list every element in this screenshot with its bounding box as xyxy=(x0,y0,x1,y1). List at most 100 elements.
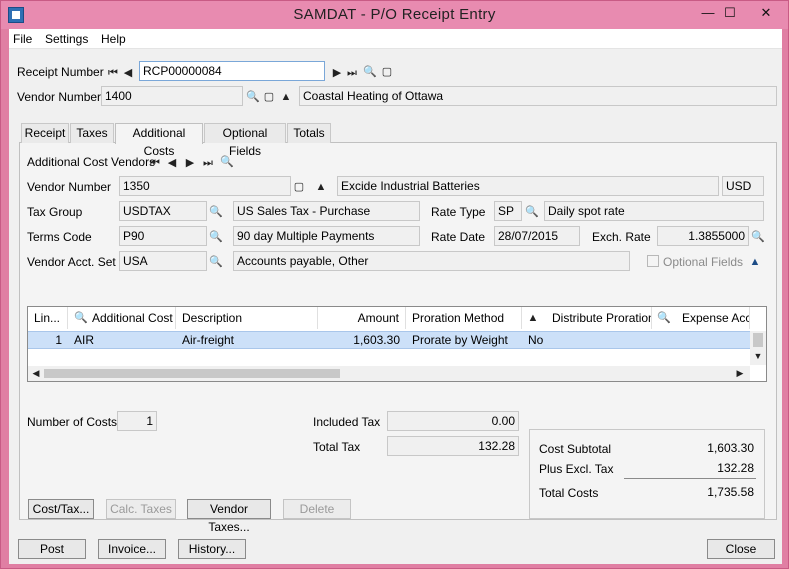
vendor-name-field: Coastal Heating of Ottawa xyxy=(299,86,777,106)
row-method-cell[interactable]: Prorate by Weight xyxy=(406,332,522,348)
cost-search-icon[interactable]: 🔍 xyxy=(220,155,234,169)
acct-set-field[interactable]: USA xyxy=(119,251,207,271)
number-of-costs-label: Number of Costs xyxy=(27,415,118,429)
cost-column-search-icon[interactable]: 🔍 xyxy=(74,311,88,325)
window-title: SAMDAT - P/O Receipt Entry xyxy=(293,6,496,23)
tax-group-field[interactable]: USDTAX xyxy=(119,201,207,221)
vendor-collapse-icon[interactable]: ▲ xyxy=(280,90,292,104)
row-description-cell[interactable]: Air-freight xyxy=(176,332,318,348)
rate-type-label: Rate Type xyxy=(431,205,486,219)
cost-first-icon[interactable]: ⏮ xyxy=(149,156,161,170)
cost-next-icon[interactable]: ▶ xyxy=(184,156,196,170)
row-expense-cell[interactable] xyxy=(652,332,750,348)
tab-receipt[interactable]: Receipt xyxy=(21,123,69,143)
rate-date-field[interactable]: 28/07/2015 xyxy=(494,226,580,246)
table-row[interactable]: 1 AIR Air-freight 1,603.30 Prorate by We… xyxy=(28,331,750,349)
menu-file[interactable]: File xyxy=(13,32,32,46)
tab-taxes[interactable]: Taxes xyxy=(70,123,114,143)
total-costs-value: 1,735.58 xyxy=(707,485,754,499)
menu-bar: File Settings Help xyxy=(9,29,782,49)
cost-subtotal-value: 1,603.30 xyxy=(707,441,754,455)
close-button[interactable]: Close xyxy=(707,539,775,559)
cost-vendor-field[interactable]: 1350 xyxy=(119,176,291,196)
tab-totals[interactable]: Totals xyxy=(287,123,331,143)
receipt-number-label: Receipt Number xyxy=(17,65,104,79)
close-window-button[interactable]: ✕ xyxy=(751,3,781,23)
optional-fields-checkbox[interactable] xyxy=(647,255,659,267)
expense-search-icon[interactable]: 🔍 xyxy=(657,311,671,325)
maximize-button[interactable]: ☐ xyxy=(717,3,743,23)
terms-code-field[interactable]: P90 xyxy=(119,226,207,246)
horizontal-scrollbar[interactable]: ◀ ▶ xyxy=(28,366,750,381)
scroll-right-icon[interactable]: ▶ xyxy=(734,366,746,380)
previous-record-icon[interactable]: ◀ xyxy=(122,66,134,80)
vendor-new-icon[interactable]: ▢ xyxy=(263,90,275,104)
vendor-taxes-button[interactable]: Vendor Taxes... xyxy=(187,499,271,534)
rate-type-search-icon[interactable]: 🔍 xyxy=(525,205,539,219)
row-cost-cell[interactable]: AIR xyxy=(68,332,176,348)
vertical-scrollbar[interactable]: ▼ xyxy=(750,331,766,365)
cost-previous-icon[interactable]: ◀ xyxy=(166,156,178,170)
cost-vendor-label: Vendor Number xyxy=(27,180,112,194)
distribute-collapse-icon[interactable]: ▲ xyxy=(527,311,539,325)
tab-additional-costs[interactable]: Additional Costs xyxy=(115,123,203,158)
exch-rate-label: Exch. Rate xyxy=(592,230,651,244)
summary-divider xyxy=(624,478,756,479)
vendor-search-icon[interactable]: 🔍 xyxy=(246,90,260,104)
first-record-icon[interactable]: ⏮ xyxy=(107,66,119,80)
acct-set-search-icon[interactable]: 🔍 xyxy=(209,255,223,269)
included-tax-field: 0.00 xyxy=(387,411,519,431)
horizontal-scroll-thumb[interactable] xyxy=(44,369,340,378)
vertical-scroll-thumb[interactable] xyxy=(753,333,763,347)
additional-costs-grid[interactable]: Lin... Additional Cost 🔍 Description Amo… xyxy=(27,306,767,382)
total-tax-label: Total Tax xyxy=(313,440,361,454)
rate-date-label: Rate Date xyxy=(431,230,486,244)
terms-code-label: Terms Code xyxy=(27,230,92,244)
tax-group-search-icon[interactable]: 🔍 xyxy=(209,205,223,219)
tab-optional-fields[interactable]: Optional Fields xyxy=(204,123,286,158)
menu-settings[interactable]: Settings xyxy=(45,32,88,46)
menu-help[interactable]: Help xyxy=(101,32,126,46)
exch-rate-field[interactable]: 1.3855000 xyxy=(657,226,749,246)
col-header-expense-account[interactable]: Expense Acco xyxy=(676,307,750,329)
cost-last-icon[interactable]: ⏭ xyxy=(202,156,214,170)
title-bar[interactable]: SAMDAT - P/O Receipt Entry — ☐ ✕ xyxy=(1,1,788,29)
row-amount-cell[interactable]: 1,603.30 xyxy=(318,332,406,348)
cost-vendor-collapse-icon[interactable]: ▲ xyxy=(315,180,327,194)
currency-field: USD xyxy=(722,176,764,196)
history-button[interactable]: History... xyxy=(178,539,246,559)
cost-vendor-name-field: Excide Industrial Batteries xyxy=(337,176,719,196)
acct-set-desc-field: Accounts payable, Other xyxy=(233,251,630,271)
search-icon[interactable]: 🔍 xyxy=(363,65,377,79)
scroll-left-icon[interactable]: ◀ xyxy=(30,366,42,380)
total-costs-label: Total Costs xyxy=(539,486,599,500)
last-record-icon[interactable]: ⏭ xyxy=(346,66,358,80)
cost-tax-button[interactable]: Cost/Tax... xyxy=(28,499,94,519)
calc-taxes-button[interactable]: Calc. Taxes xyxy=(106,499,176,519)
vendor-number-field[interactable]: 1400 xyxy=(101,86,243,106)
vendor-acct-set-label: Vendor Acct. Set xyxy=(27,255,116,269)
col-header-description[interactable]: Description xyxy=(176,307,318,329)
new-document-icon[interactable]: ▢ xyxy=(381,65,393,79)
row-line-cell[interactable]: 1 xyxy=(28,332,68,348)
rate-type-field[interactable]: SP xyxy=(494,201,522,221)
cost-vendor-new-icon[interactable]: ▢ xyxy=(293,180,305,194)
invoice-button[interactable]: Invoice... xyxy=(98,539,166,559)
terms-search-icon[interactable]: 🔍 xyxy=(209,230,223,244)
row-distribute-cell[interactable]: No xyxy=(522,332,652,348)
col-header-proration-method[interactable]: Proration Method xyxy=(406,307,522,329)
delete-button[interactable]: Delete xyxy=(283,499,351,519)
optional-fields-collapse-icon[interactable]: ▲ xyxy=(749,255,761,269)
scroll-down-icon[interactable]: ▼ xyxy=(752,349,764,363)
plus-excl-tax-label: Plus Excl. Tax xyxy=(539,462,614,476)
terms-desc-field: 90 day Multiple Payments xyxy=(233,226,420,246)
next-record-icon[interactable]: ▶ xyxy=(331,66,343,80)
exch-rate-search-icon[interactable]: 🔍 xyxy=(751,230,765,244)
col-header-amount[interactable]: Amount xyxy=(318,307,406,329)
col-header-distribute-proration[interactable]: Distribute Proration xyxy=(546,307,652,329)
post-button[interactable]: Post xyxy=(18,539,86,559)
receipt-number-input[interactable]: RCP00000084 xyxy=(139,61,325,81)
included-tax-label: Included Tax xyxy=(313,415,381,429)
tax-group-desc-field: US Sales Tax - Purchase xyxy=(233,201,420,221)
col-header-line[interactable]: Lin... xyxy=(28,307,68,329)
